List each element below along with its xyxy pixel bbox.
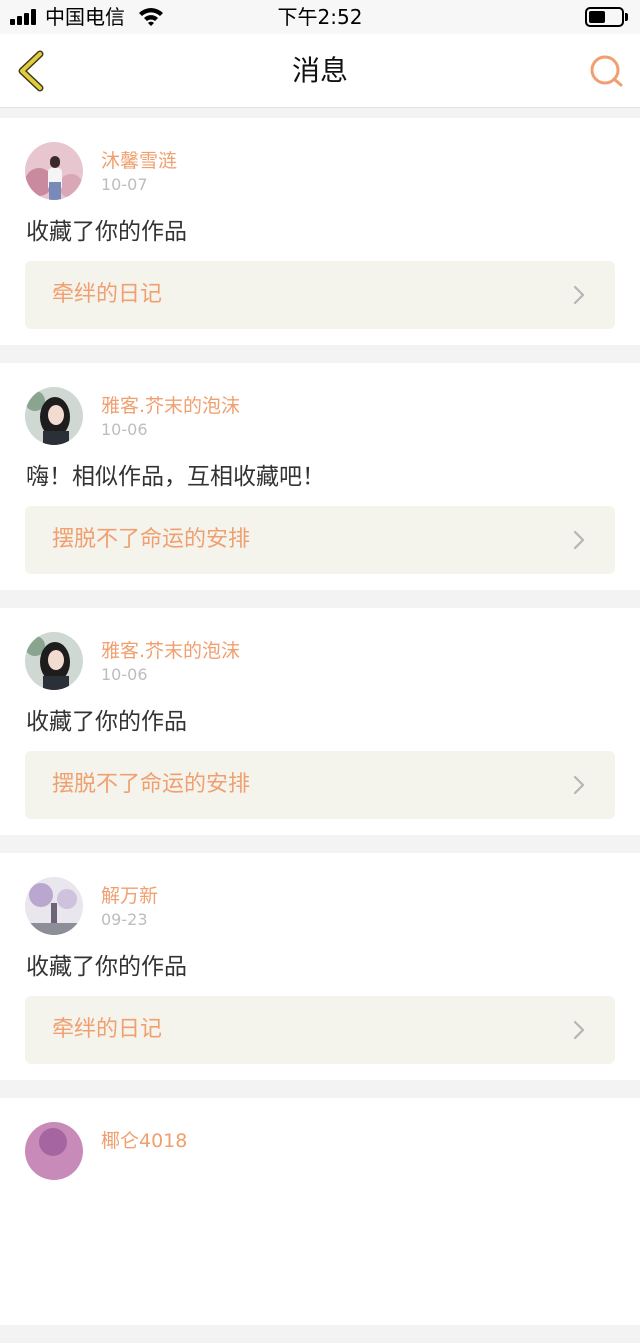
message-date: 10-07 <box>101 175 148 194</box>
message-date: 10-06 <box>101 420 148 439</box>
chevron-right-icon <box>573 530 585 550</box>
message-username[interactable]: 雅客.芥末的泡沫 <box>101 639 240 663</box>
work-link[interactable]: 牵绊的日记 <box>25 261 615 329</box>
nav-bar: 消息 <box>0 34 640 108</box>
work-title: 摆脱不了命运的安排 <box>52 772 251 797</box>
message-username[interactable]: 解万新 <box>101 884 158 908</box>
avatar[interactable] <box>25 877 83 935</box>
message-card: 解万新 09-23 收藏了你的作品 牵绊的日记 <box>0 853 640 1080</box>
message-text: 嗨！相似作品，互相收藏吧！ <box>26 464 325 490</box>
chevron-right-icon <box>573 775 585 795</box>
message-date: 09-23 <box>101 910 148 929</box>
message-card: 沐馨雪涟 10-07 收藏了你的作品 牵绊的日记 <box>0 118 640 345</box>
avatar[interactable] <box>25 632 83 690</box>
message-username[interactable]: 雅客.芥末的泡沫 <box>101 394 240 418</box>
work-link[interactable]: 牵绊的日记 <box>25 996 615 1064</box>
message-card: 雅客.芥末的泡沫 10-06 嗨！相似作品，互相收藏吧！ 摆脱不了命运的安排 <box>0 363 640 590</box>
page-title: 消息 <box>291 54 348 87</box>
message-date: 10-06 <box>101 665 148 684</box>
status-time: 下午2:52 <box>277 5 363 29</box>
battery-icon <box>585 7 629 27</box>
work-title: 摆脱不了命运的安排 <box>52 527 251 552</box>
search-icon[interactable] <box>584 50 628 94</box>
message-text: 收藏了你的作品 <box>26 954 187 980</box>
status-bar: 中国电信 下午2:52 <box>0 0 640 34</box>
message-card: 椰仑4018 <box>0 1098 640 1325</box>
message-username[interactable]: 椰仑4018 <box>101 1129 187 1153</box>
chevron-right-icon <box>573 1020 585 1040</box>
avatar[interactable] <box>25 387 83 445</box>
avatar[interactable] <box>25 1122 83 1180</box>
message-list: 沐馨雪涟 10-07 收藏了你的作品 牵绊的日记 雅客.芥末的泡沫 10-06 … <box>0 118 640 1343</box>
chevron-right-icon <box>573 285 585 305</box>
work-title: 牵绊的日记 <box>52 1017 163 1042</box>
message-text: 收藏了你的作品 <box>26 709 187 735</box>
avatar[interactable] <box>25 142 83 200</box>
message-text: 收藏了你的作品 <box>26 219 187 245</box>
work-link[interactable]: 摆脱不了命运的安排 <box>25 506 615 574</box>
work-link[interactable]: 摆脱不了命运的安排 <box>25 751 615 819</box>
message-username[interactable]: 沐馨雪涟 <box>101 149 177 173</box>
work-title: 牵绊的日记 <box>52 282 163 307</box>
message-card: 雅客.芥末的泡沫 10-06 收藏了你的作品 摆脱不了命运的安排 <box>0 608 640 835</box>
